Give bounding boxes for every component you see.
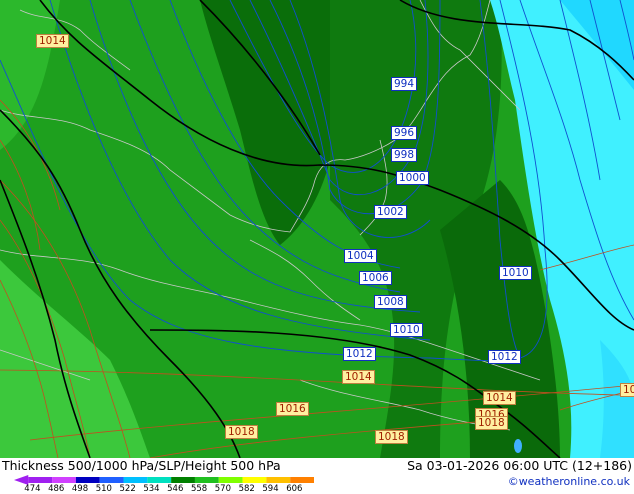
- isobar-label-1012: 1012: [343, 347, 376, 361]
- legend-bar: Thickness 500/1000 hPa/SLP/Height 500 hP…: [0, 458, 634, 494]
- scale-swatch: [28, 477, 53, 483]
- scale-swatch: [290, 477, 314, 483]
- isobar-label-1004: 1004: [344, 249, 377, 263]
- isobar-label-1002: 1002: [374, 205, 407, 219]
- scale-swatch: [123, 477, 148, 483]
- isobar-label-1018-south: 1018: [375, 430, 408, 444]
- scale-tick-label: 510: [95, 484, 112, 494]
- isobar-label-994: 994: [391, 77, 418, 91]
- scale-swatch: [147, 477, 172, 483]
- isobar-label-1018-east: 1018: [475, 416, 508, 430]
- scale-swatch: [75, 477, 100, 483]
- scale-swatch: [99, 477, 124, 483]
- scale-swatch: [52, 477, 76, 483]
- scale-tick-label: 606: [286, 484, 303, 494]
- map-date: Sa 03-01-2026 06:00 UTC (12+186): [407, 458, 632, 473]
- scale-tick-label: 534: [143, 484, 160, 494]
- scale-tick-label: 582: [238, 484, 255, 494]
- scale-tick-label: 546: [167, 484, 184, 494]
- map-canvas: [0, 0, 634, 458]
- scale-tick-label: 498: [71, 484, 89, 494]
- weather-map: 1014 994 996 998 1000 1002 1004 1006 100…: [0, 0, 634, 458]
- scale-swatch: [266, 477, 291, 483]
- isobar-label-1000: 1000: [396, 171, 429, 185]
- isobar-label-edge: 10: [620, 383, 634, 397]
- scale-tick-label: 594: [262, 484, 279, 494]
- isobar-label-1016: 1016: [276, 402, 309, 416]
- isobar-label-1014-east: 1014: [483, 391, 516, 405]
- scale-tick-label: 570: [214, 484, 231, 494]
- isobar-label-1008: 1008: [374, 295, 407, 309]
- isobar-label-996: 996: [391, 126, 418, 140]
- isobar-label-1012-east: 1012: [488, 350, 521, 364]
- lake: [514, 439, 522, 453]
- scale-swatch: [218, 477, 243, 483]
- isobar-label-1006: 1006: [359, 271, 392, 285]
- isobar-label-1018: 1018: [225, 425, 258, 439]
- scale-swatch: [194, 477, 219, 483]
- scale-tick-label: 474: [24, 484, 41, 494]
- scale-tick-label: 558: [190, 484, 208, 494]
- isobar-label-998: 998: [391, 148, 418, 162]
- isobar-label-1010: 1010: [390, 323, 423, 337]
- isobar-label-1014: 1014: [36, 34, 69, 48]
- credit-link[interactable]: ©weatheronline.co.uk: [508, 475, 630, 488]
- scale-tick-label: 522: [119, 484, 136, 494]
- isobar-label-1010-east: 1010: [499, 266, 532, 280]
- scale-swatch: [171, 477, 195, 483]
- scale-swatch: [242, 477, 267, 483]
- isobar-label-1014: 1014: [342, 370, 375, 384]
- map-title: Thickness 500/1000 hPa/SLP/Height 500 hP…: [2, 458, 281, 473]
- scale-tick-label: 486: [48, 484, 65, 494]
